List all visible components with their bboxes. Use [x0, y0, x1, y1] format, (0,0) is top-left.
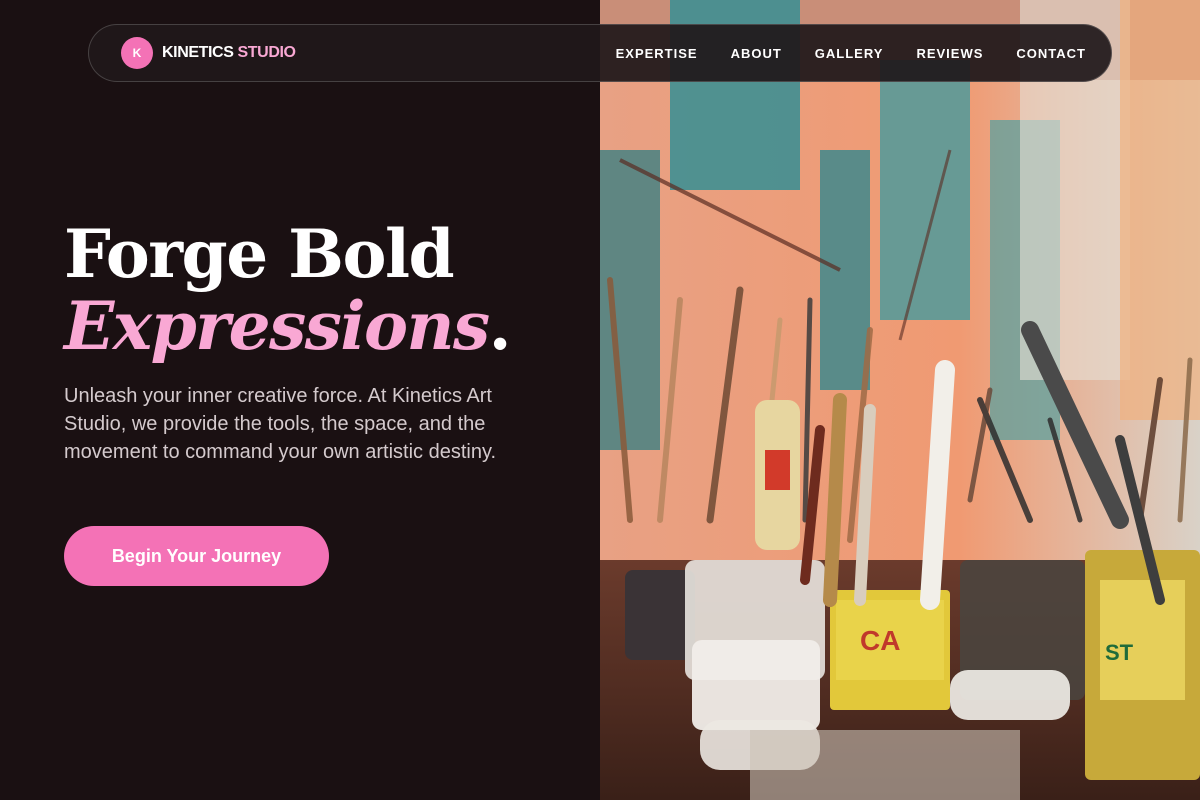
hero-subtitle: Unleash your inner creative force. At Ki…: [64, 385, 497, 463]
svg-text:ST: ST: [1105, 640, 1134, 665]
nav-link-reviews[interactable]: REVIEWS: [916, 46, 983, 61]
main-navbar: K KINETICS STUDIO EXPERTISE ABOUT GALLER…: [88, 24, 1112, 82]
nav-link-about[interactable]: ABOUT: [731, 46, 782, 61]
begin-journey-button[interactable]: Begin Your Journey: [64, 526, 329, 586]
nav-link-contact[interactable]: CONTACT: [1016, 46, 1086, 61]
nav-link-expertise[interactable]: EXPERTISE: [616, 46, 698, 61]
studio-photo: CA ST: [600, 0, 1200, 800]
hero-title-dot: .: [488, 287, 512, 365]
hero-title-line2: Expressions.: [64, 290, 544, 362]
hero-title-line1: Forge Bold: [64, 215, 455, 293]
nav-links: EXPERTISE ABOUT GALLERY REVIEWS CONTACT: [616, 46, 1086, 61]
nav-link-gallery[interactable]: GALLERY: [815, 46, 884, 61]
brand-name: KINETICS STUDIO: [162, 44, 296, 62]
brand-badge-icon: K: [121, 37, 153, 69]
hero-title-emphasis: Expressions: [64, 287, 490, 365]
svg-text:CA: CA: [860, 625, 900, 656]
paint-brushes-image: CA ST: [600, 0, 1200, 800]
hero-title: Forge Bold Expressions.: [64, 218, 544, 362]
brand-name-primary: KINETICS: [162, 44, 234, 61]
hero-section: Forge Bold Expressions. Unleash your inn…: [64, 218, 544, 466]
brand-name-accent: STUDIO: [237, 44, 296, 61]
brand-logo[interactable]: K KINETICS STUDIO: [121, 37, 296, 69]
